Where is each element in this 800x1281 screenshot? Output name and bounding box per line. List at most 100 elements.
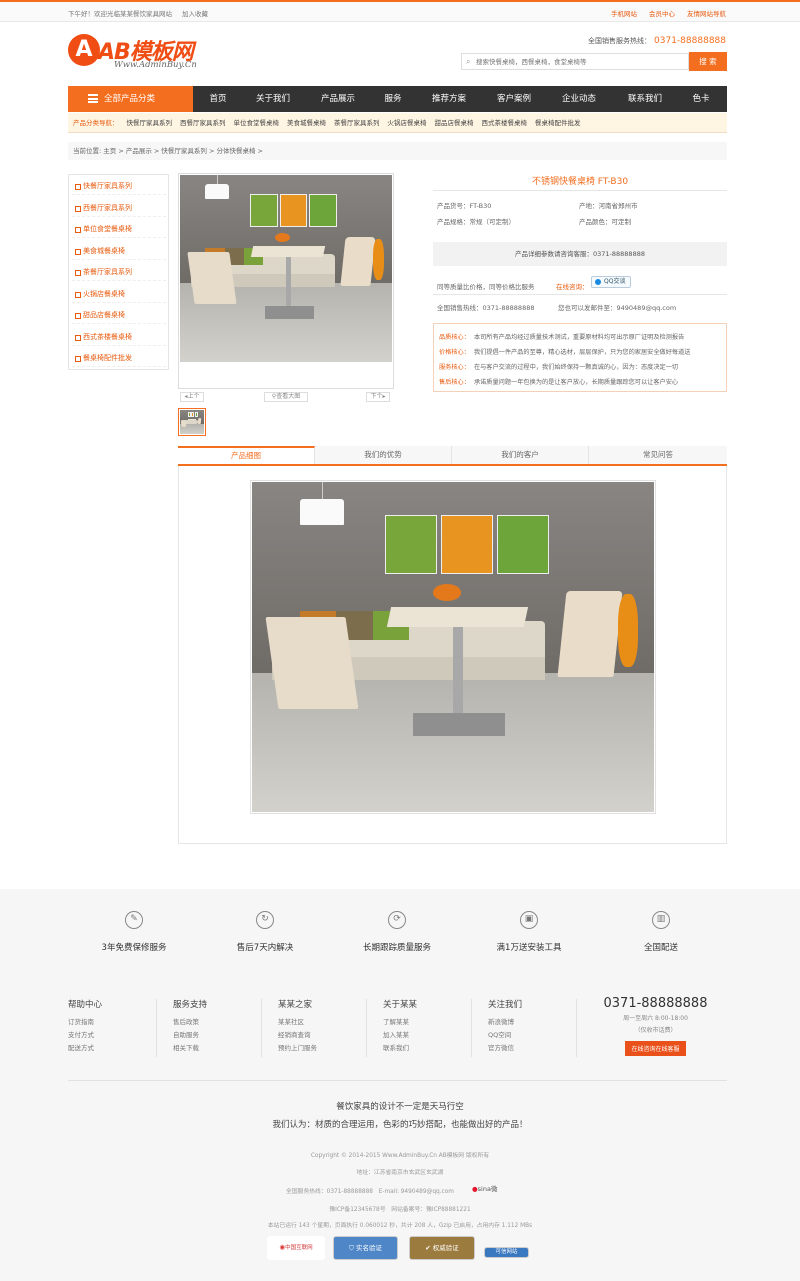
footer-link[interactable]: 某某社区 [278, 1016, 378, 1029]
footer-divider [471, 999, 472, 1057]
footer-link[interactable]: 新浪微博 [488, 1016, 588, 1029]
footer-link[interactable]: 相关下载 [173, 1042, 273, 1055]
service-item: ✎ 3年免费保修服务 [84, 911, 184, 953]
category-bar: 产品分类导航： 快餐厅家具系列 西餐厅家具系列 单位食堂餐桌椅 美食城餐桌椅 茶餐厅家具系… [68, 113, 727, 133]
hotline-number: 0371-88888888 [654, 36, 726, 46]
search-button[interactable]: 搜 索 [689, 52, 727, 71]
footer-link[interactable]: 经销商查询 [278, 1029, 378, 1042]
footer-link[interactable]: 售后政策 [173, 1016, 273, 1029]
commitment-row: 品质核心： 本司所有产品均经过质量技术测试，重要原材料均可出示原厂证明及检测报告 [439, 332, 684, 341]
footer-link[interactable]: 配送方式 [68, 1042, 168, 1055]
commitment-text: 我们提倡一件产品的至尊，精心选材，层层保护，只为您的家居安全做好每道送 [473, 349, 691, 356]
sidebar-item[interactable]: 西式茶楼餐桌椅 [72, 329, 166, 346]
view-large-button[interactable]: ⚲查看大图 [264, 392, 308, 402]
mobile-site-link[interactable]: 手机网站 [611, 10, 637, 18]
category-link[interactable]: 快餐厅家具系列 [127, 119, 173, 127]
sidebar-item[interactable]: 火锅店餐桌椅 [72, 286, 166, 303]
sidebar-item[interactable]: 餐桌椅配件批发 [72, 350, 166, 367]
footer-divider [261, 999, 262, 1057]
arrow-right-icon: ▸ [382, 393, 386, 400]
online-service-button[interactable]: 在线咨询在线客服 [625, 1041, 686, 1056]
nav-solutions[interactable]: 推荐方案 [413, 86, 485, 112]
commitment-label: 价格核心： [439, 349, 470, 356]
footer-divider [576, 999, 577, 1057]
category-link[interactable]: 西式茶楼餐桌椅 [482, 119, 528, 127]
badge-internet[interactable]: ◉中国互联网 [267, 1236, 325, 1260]
category-link[interactable]: 甜品店餐桌椅 [435, 119, 474, 127]
sidebar-item[interactable]: 甜品店餐桌椅 [72, 307, 166, 324]
footer-link[interactable]: 支付方式 [68, 1029, 168, 1042]
product-color: 产品颜色：可定制 [579, 218, 631, 226]
service-item: ⟳ 长期跟踪质量服务 [347, 911, 447, 953]
sidebar-item[interactable]: 单位食堂餐桌椅 [72, 221, 166, 238]
member-center-link[interactable]: 会员中心 [649, 10, 675, 18]
search-icon: ⌕ [466, 57, 471, 66]
next-label: 下个 [370, 393, 383, 400]
nav-service[interactable]: 服务 [373, 86, 413, 112]
badge-real-name[interactable]: ⛉ 实名验证 [333, 1236, 398, 1260]
footer-col-title: 某某之家 [278, 1000, 313, 1010]
top-bar: 下午好！欢迎光临某某餐饮家具网站 加入收藏 手机网站 会员中心 友情网站导航 [0, 2, 800, 22]
tab-faq[interactable]: 常见问答 [589, 446, 727, 464]
footer-link[interactable]: 加入某某 [383, 1029, 483, 1042]
footer-link[interactable]: 官方微信 [488, 1042, 588, 1055]
category-link[interactable]: 餐桌椅配件批发 [535, 119, 581, 127]
tab-advantages[interactable]: 我们的优势 [315, 446, 452, 464]
add-favorite-link[interactable]: 加入收藏 [182, 10, 208, 18]
slogan-line-1: 餐饮家具的设计不一定是天马行空 [336, 1102, 464, 1112]
nav-products[interactable]: 产品展示 [303, 86, 373, 112]
contact-email: 您也可以发邮件至：9490489@qq.com [558, 304, 677, 312]
logo-mark: A [68, 34, 100, 66]
search-input[interactable] [476, 56, 676, 68]
category-link[interactable]: 单位食堂餐桌椅 [234, 119, 280, 127]
sales-hotline: 全国销售热线：0371-88888888 [437, 304, 535, 312]
footer-hours: 周一至周六 8:00-18:00 [623, 1015, 688, 1022]
nav-home[interactable]: 首页 [193, 86, 243, 112]
nav-cases[interactable]: 客户案例 [485, 86, 543, 112]
footer-link[interactable]: 联系我们 [383, 1042, 483, 1055]
hotline-label: 全国销售服务热线： [588, 37, 652, 45]
sidebar-item[interactable]: 快餐厅家具系列 [72, 178, 166, 195]
nav-contact[interactable]: 联系我们 [615, 86, 675, 112]
tab-product-photos[interactable]: 产品细图 [178, 446, 315, 464]
footer-link[interactable]: 自助服务 [173, 1029, 273, 1042]
nav-news[interactable]: 企业动态 [543, 86, 615, 112]
nav-about[interactable]: 关于我们 [243, 86, 303, 112]
breadcrumb[interactable]: 当前位置: 主页 > 产品展示 > 快餐厅家具系列 > 分体快餐桌椅 > [68, 142, 727, 160]
category-link[interactable]: 西餐厅家具系列 [180, 119, 226, 127]
thumbnail-image [180, 410, 204, 434]
service-item: ▥ 全国配送 [611, 911, 711, 953]
category-link[interactable]: 美食城餐桌椅 [287, 119, 326, 127]
logo-subtitle: Www.AdminBuy.Cn [114, 60, 197, 70]
footer-link[interactable]: 预约上门服务 [278, 1042, 378, 1055]
footer-link[interactable]: 订货指南 [68, 1016, 168, 1029]
product-spec: 产品规格：常规（可定制） [437, 218, 515, 226]
badge-trusted[interactable]: 可信网站 [484, 1247, 529, 1258]
sidebar-item[interactable]: 茶餐厅家具系列 [72, 264, 166, 281]
prev-image-button[interactable]: ◂上个 [180, 392, 204, 402]
product-title: 不锈钢快餐桌椅 FT-B30 [531, 177, 629, 187]
commitment-box: 品质核心： 本司所有产品均经过质量技术测试，重要原材料均可出示原厂证明及检测报告 … [433, 323, 727, 392]
commitment-text: 承诺质量问题一年包换为的是让客户放心，长期质量跟踪您可以让客户安心 [473, 379, 679, 386]
promo-text: 同等质量比价格，同等价格比服务 [437, 283, 535, 291]
tab-customers[interactable]: 我们的客户 [452, 446, 589, 464]
site-links-link[interactable]: 友情网站导航 [687, 10, 726, 18]
sidebar-item[interactable]: 西餐厅家具系列 [72, 200, 166, 217]
product-photo[interactable] [180, 175, 392, 362]
sidebar-item[interactable]: 美食城餐桌椅 [72, 243, 166, 260]
category-link[interactable]: 火锅店餐桌椅 [388, 119, 427, 127]
wrench-icon: ✎ [125, 911, 143, 929]
product-gallery [178, 173, 394, 389]
commitment-label: 品质核心： [439, 334, 470, 341]
footer-link[interactable]: 了解某某 [383, 1016, 483, 1029]
sina-weibo-link[interactable]: ●sina微 [472, 1183, 497, 1193]
all-categories-button[interactable]: 全部产品分类 [68, 86, 193, 112]
qq-chat-button[interactable]: QQ交谈 [591, 276, 631, 288]
category-link[interactable]: 茶餐厅家具系列 [334, 119, 380, 127]
nav-color-card[interactable]: 色卡 [675, 86, 727, 112]
next-image-button[interactable]: 下个▸ [366, 392, 390, 402]
footer-link[interactable]: QQ空间 [488, 1029, 588, 1042]
thumbnail[interactable] [178, 408, 206, 436]
site-logo[interactable]: A AB模板网 Www.AdminBuy.Cn [68, 34, 218, 74]
badge-authority[interactable]: ✔ 权威验证 [409, 1236, 475, 1260]
